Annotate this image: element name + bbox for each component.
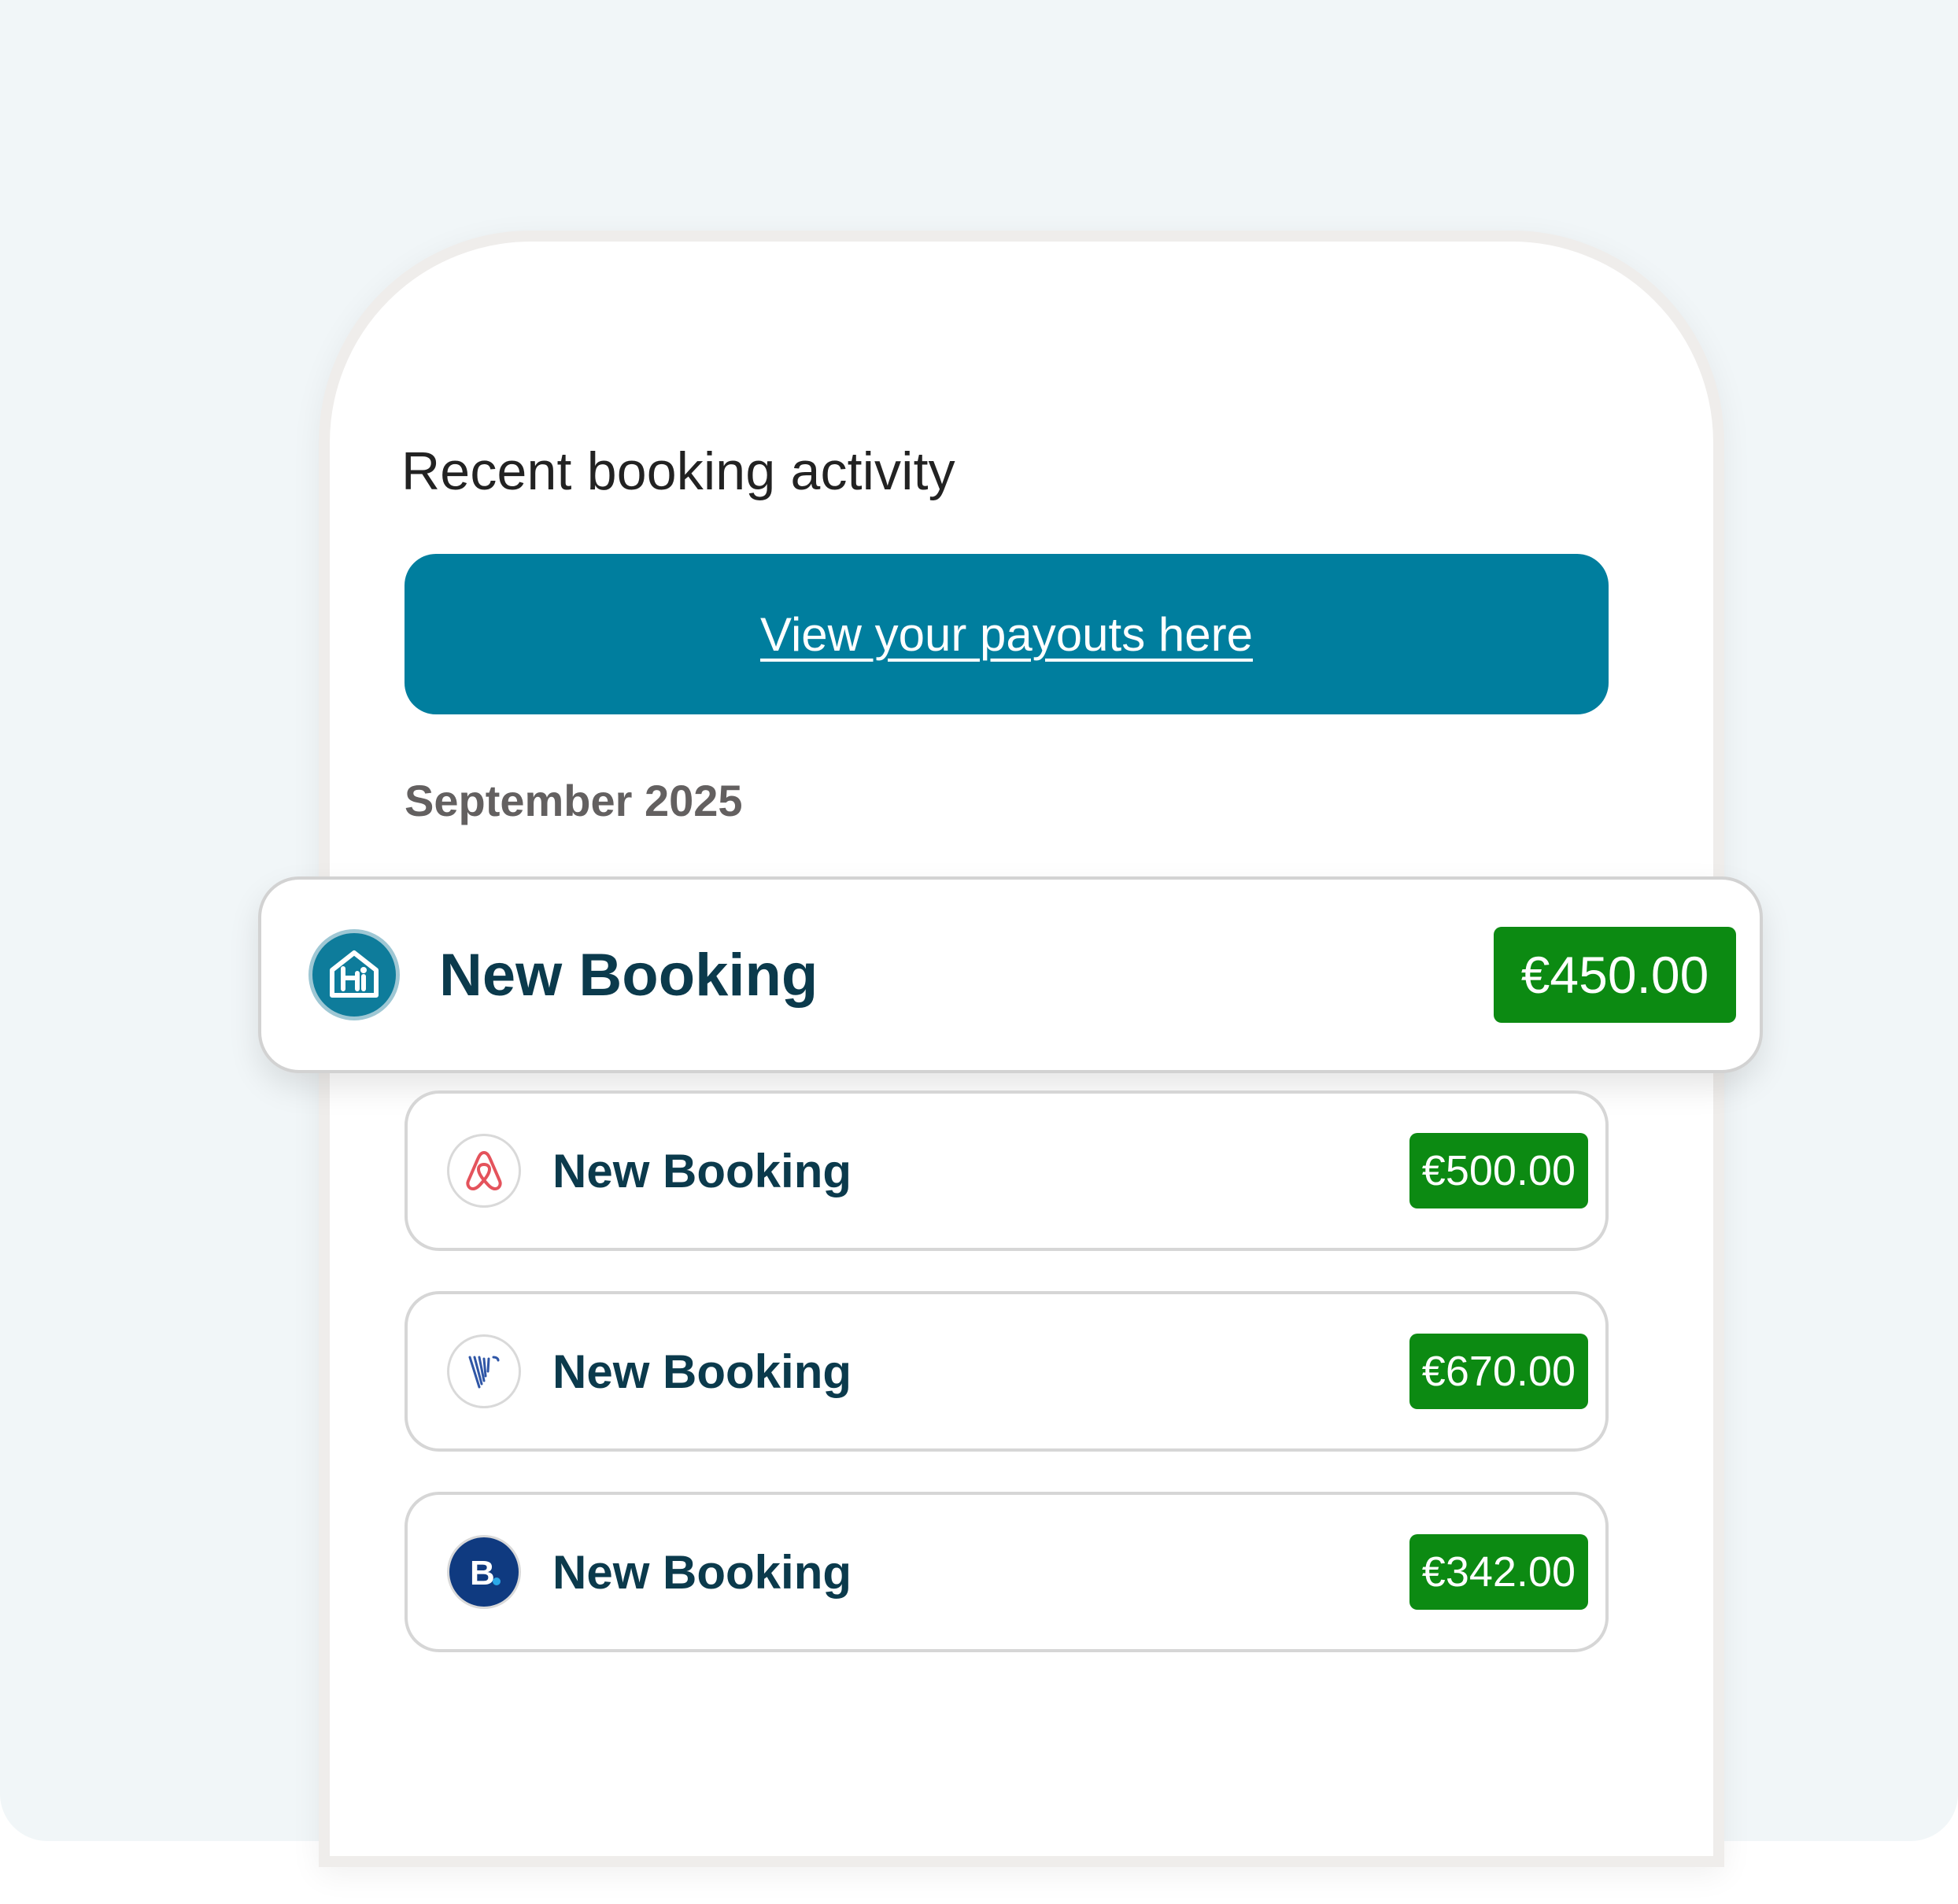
booking-item[interactable]: New Booking €500.00	[405, 1090, 1609, 1251]
hostaway-icon	[308, 929, 400, 1020]
booking-item[interactable]: New Booking €670.00	[405, 1291, 1609, 1452]
booking-title: New Booking	[439, 941, 818, 1009]
amount-badge: €450.00	[1494, 927, 1736, 1023]
booking-com-icon: B	[447, 1535, 521, 1609]
month-label: September 2025	[405, 776, 743, 825]
view-payouts-link[interactable]: View your payouts here	[760, 607, 1253, 662]
section-title: Recent booking activity	[401, 441, 955, 501]
booking-title: New Booking	[552, 1345, 852, 1398]
booking-title: New Booking	[552, 1545, 852, 1599]
view-payouts-button[interactable]: View your payouts here	[405, 554, 1609, 714]
airbnb-icon	[447, 1134, 521, 1208]
booking-title: New Booking	[552, 1144, 852, 1197]
booking-item-featured[interactable]: New Booking €450.00	[258, 876, 1763, 1073]
svg-text:B: B	[470, 1554, 495, 1592]
booking-item[interactable]: B New Booking €342.00	[405, 1492, 1609, 1652]
amount-badge: €500.00	[1409, 1133, 1588, 1208]
amount-badge: €342.00	[1409, 1534, 1588, 1610]
vrbo-icon	[447, 1334, 521, 1408]
amount-badge: €670.00	[1409, 1334, 1588, 1409]
